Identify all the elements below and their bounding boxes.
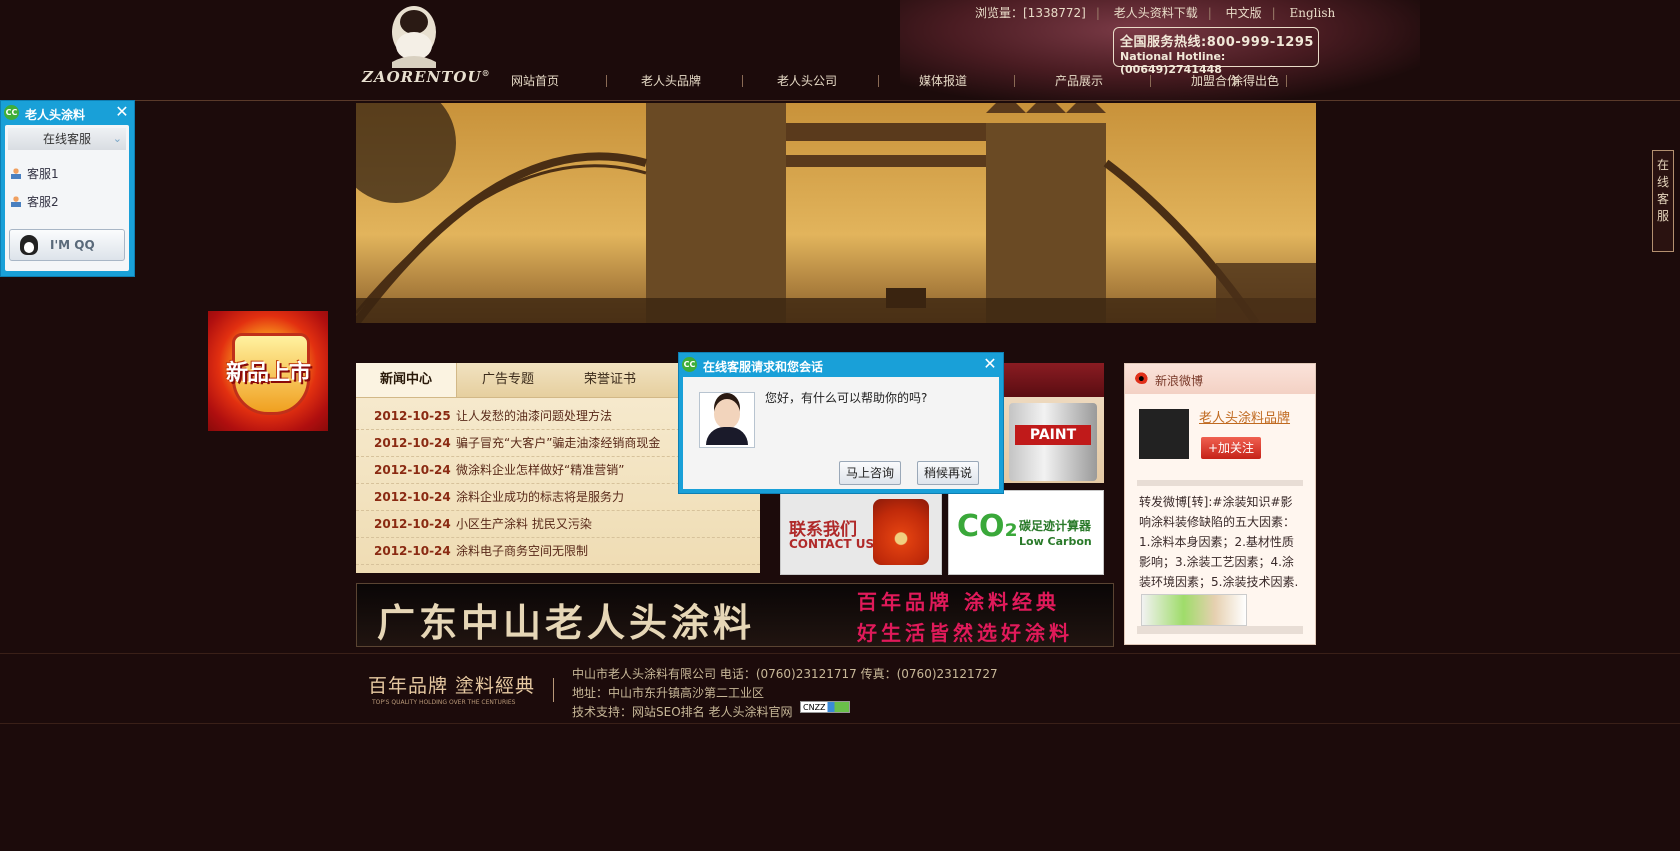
footer-slogan-en: TOP'S QUALITY HOLDING OVER THE CENTURIES (372, 699, 516, 706)
weibo-widget: 新浪微博 老人头涂料品牌 +加关注 转发微博[转]:#涂装知识#影响涂料装修缺陷… (1124, 363, 1316, 645)
chat-popup-titlebar[interactable]: CC 在线客服请求和您会话 ✕ (679, 353, 1003, 377)
weibo-scroll-down[interactable] (1137, 626, 1303, 634)
tower-bridge-image (356, 103, 1316, 323)
chat-popup-body: 您好，有什么可以帮助你的吗? 马上咨询 稍候再说 (683, 377, 999, 489)
agent-face (714, 399, 740, 429)
news-item[interactable]: 2012-10-24 小区生产涂料 扰民又污染 (356, 511, 760, 538)
qq-panel-body: 在线客服 ⌄ 客服1 客服2 I'M QQ (5, 125, 129, 271)
agent-avatar (699, 392, 755, 448)
person-icon (11, 168, 21, 179)
footer-tech-support[interactable]: 技术支持：网站SEO排名 老人头涂料官网 (572, 703, 792, 720)
nav-products[interactable]: 产品展示 (1024, 72, 1134, 89)
qq-service-item[interactable]: 客服2 (11, 193, 121, 211)
online-service-tab[interactable]: 在线客服 (1652, 150, 1674, 252)
english-version-link[interactable]: English (1289, 6, 1335, 20)
nav-media[interactable]: 媒体报道 (888, 72, 998, 89)
person-icon (11, 196, 21, 207)
news-item[interactable]: 2012-10-24 涂料电子商务空间无限制 (356, 538, 760, 565)
footer-divider-bottom (0, 723, 1680, 724)
brand-banner-title: 广东中山老人头涂料 (377, 600, 756, 645)
avatar[interactable] (1139, 409, 1189, 459)
co2-text: CO₂ (957, 509, 1018, 544)
nav-divider (742, 75, 743, 87)
qq-service-item[interactable]: 客服1 (11, 165, 121, 183)
chinese-version-link[interactable]: 中文版 (1226, 6, 1262, 20)
new-product-badge[interactable]: 新品上市 (208, 311, 328, 431)
carbon-calculator-title: 碳足迹计算器 (1019, 519, 1092, 533)
weibo-icon (1135, 372, 1149, 384)
cnzz-badge[interactable]: CNZZ (800, 701, 850, 713)
brand-banner: 广东中山老人头涂料 百年品牌 涂料经典 好生活皆然选好涂料 (356, 583, 1114, 647)
nav-brand[interactable]: 老人头品牌 (616, 72, 726, 89)
logo-wordmark: ZAORENTOU® (362, 68, 491, 86)
download-link[interactable]: 老人头资料下载 (1114, 6, 1198, 20)
close-icon[interactable]: ✕ (982, 356, 998, 372)
qq-panel-titlebar[interactable]: CC 老人头涂料 ✕ (1, 101, 134, 125)
qq-panel-subheader[interactable]: 在线客服 ⌄ (8, 128, 126, 150)
tab-ad-topics[interactable]: 广告专题 (456, 363, 560, 397)
nav-divider (606, 75, 607, 87)
cc-logo-icon: CC (4, 105, 19, 120)
footer-vertical-divider (553, 678, 554, 702)
new-product-text: 新品上市 (225, 361, 311, 386)
chat-popup-title: 在线客服请求和您会话 (703, 360, 824, 374)
contact-us-banner[interactable]: 联系我们 CONTACT US (780, 490, 942, 575)
footer-address: 地址：中山市东升镇高沙第二工业区 (572, 686, 765, 700)
weibo-post-image[interactable] (1141, 594, 1247, 626)
nav-divider (878, 75, 879, 87)
cc-logo-icon: CC (682, 357, 697, 372)
nav-divider (1014, 75, 1015, 87)
nav-colorful[interactable]: 涂得出色 (1200, 72, 1310, 89)
chat-request-popup: CC 在线客服请求和您会话 ✕ 您好，有什么可以帮助你的吗? 马上咨询 稍候再说 (678, 352, 1004, 494)
low-carbon-banner[interactable]: CO₂ 碳足迹计算器 Low Carbon (948, 490, 1104, 575)
footer-company-info: 中山市老人头涂料有限公司 电话：(0760)23121717 传真：(0760)… (572, 667, 998, 681)
chat-greeting: 您好，有什么可以帮助你的吗? (765, 391, 928, 405)
paint-can-label: PAINT (1015, 425, 1091, 445)
visit-counter: 浏览量：[1338772] (975, 6, 1086, 20)
nav-home[interactable]: 网站首页 (480, 72, 590, 89)
main-nav: 网站首页 老人头品牌 老人头公司 媒体报道 产品展示 加盟合作 (480, 72, 1320, 94)
tab-honors[interactable]: 荣誉证书 (560, 363, 660, 397)
qq-service-panel: CC 老人头涂料 ✕ 在线客服 ⌄ 客服1 客服2 I'M QQ (0, 100, 135, 277)
qq-panel-subtitle: 在线客服 (42, 132, 91, 146)
footer-divider (0, 653, 1680, 654)
later-button[interactable]: 稍候再说 (917, 461, 979, 485)
weibo-post-text: 转发微博[转]:#涂装知识#影响涂料装修缺陷的五大因素：1.涂料本身因素；2.基… (1139, 495, 1299, 589)
contact-subtitle: CONTACT US (789, 537, 875, 551)
footer-slogan: 百年品牌 塗料經典 TOP'S QUALITY HOLDING OVER THE… (368, 669, 548, 713)
footer-slogan-cn: 百年品牌 塗料經典 (368, 675, 536, 697)
weibo-title: 新浪微博 (1155, 374, 1204, 388)
weibo-header: 新浪微博 (1125, 364, 1315, 394)
qq-penguin-icon (20, 235, 38, 255)
nav-divider (1150, 75, 1151, 87)
low-carbon-subtitle: Low Carbon (1019, 535, 1092, 548)
top-links: 浏览量：[1338772] | 老人头资料下载 | 中文版 | English (975, 6, 1336, 20)
telephone-icon (873, 499, 929, 565)
hero-banner-bridge (356, 103, 1316, 323)
brand-banner-slogan: 百年品牌 涂料经典 (857, 590, 1060, 614)
hotline-cn: 全国服务热线:800-999-1295 (1120, 35, 1314, 50)
weibo-scroll-up[interactable] (1137, 480, 1303, 486)
qq-panel-title: 老人头涂料 (25, 108, 86, 122)
chevron-down-icon[interactable]: ⌄ (113, 128, 122, 150)
weibo-account-name[interactable]: 老人头涂料品牌 (1199, 407, 1311, 426)
paint-can-image: PAINT (1009, 403, 1097, 481)
close-icon[interactable]: ✕ (114, 104, 130, 120)
consult-now-button[interactable]: 马上咨询 (839, 461, 901, 485)
brand-banner-slogan-2: 好生活皆然选好涂料 (857, 621, 1073, 645)
im-qq-button[interactable]: I'M QQ (9, 229, 125, 261)
hotline-badge: 全国服务热线:800-999-1295 National Hotline:(00… (1113, 27, 1319, 76)
tab-news-center[interactable]: 新闻中心 (356, 363, 457, 397)
agent-body (706, 427, 748, 445)
nav-company[interactable]: 老人头公司 (752, 72, 862, 89)
follow-button[interactable]: +加关注 (1201, 437, 1261, 459)
